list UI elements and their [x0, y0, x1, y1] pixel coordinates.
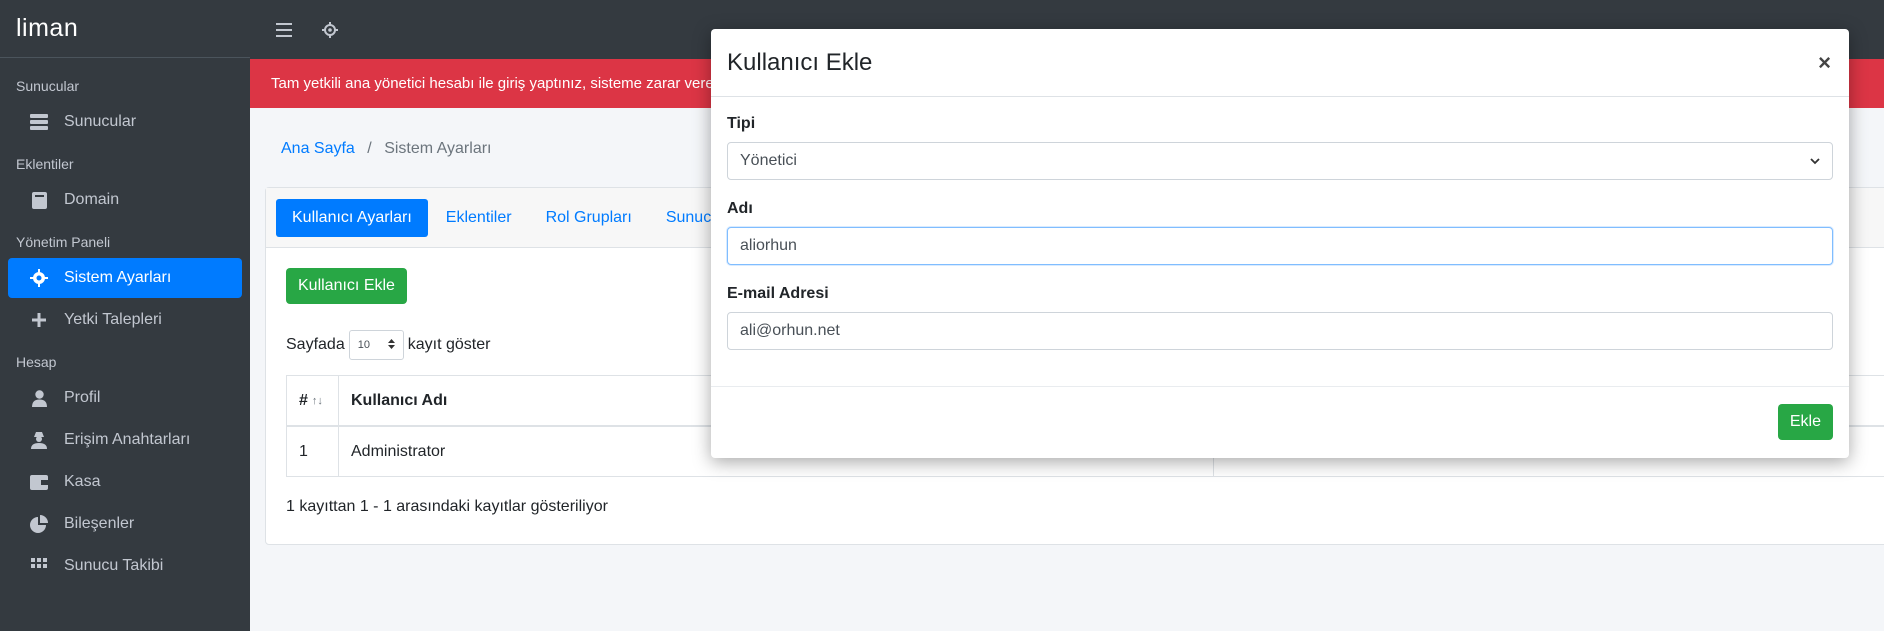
email-input[interactable]: ali@orhun.net: [727, 312, 1833, 350]
name-input[interactable]: aliorhun: [727, 227, 1833, 265]
close-icon[interactable]: ×: [1818, 50, 1833, 76]
user-type-value: Yönetici: [740, 152, 797, 169]
modal-header: Kullanıcı Ekle ×: [711, 29, 1849, 97]
submit-add-button[interactable]: Ekle: [1777, 404, 1833, 440]
name-input-value: aliorhun: [740, 237, 797, 254]
add-user-modal: Kullanıcı Ekle × Tipi Yönetici Adı alior…: [711, 29, 1849, 458]
modal-body: Tipi Yönetici Adı aliorhun E-mail Adresi…: [711, 97, 1849, 387]
name-label: Adı: [727, 200, 753, 217]
email-input-value: ali@orhun.net: [740, 322, 840, 339]
chevron-down-icon: [1810, 152, 1820, 170]
type-label: Tipi: [727, 115, 756, 132]
email-label: E-mail Adresi: [727, 285, 829, 302]
modal-title: Kullanıcı Ekle: [727, 48, 873, 76]
modal-footer: Ekle: [711, 387, 1849, 457]
user-type-select[interactable]: Yönetici: [727, 142, 1833, 180]
